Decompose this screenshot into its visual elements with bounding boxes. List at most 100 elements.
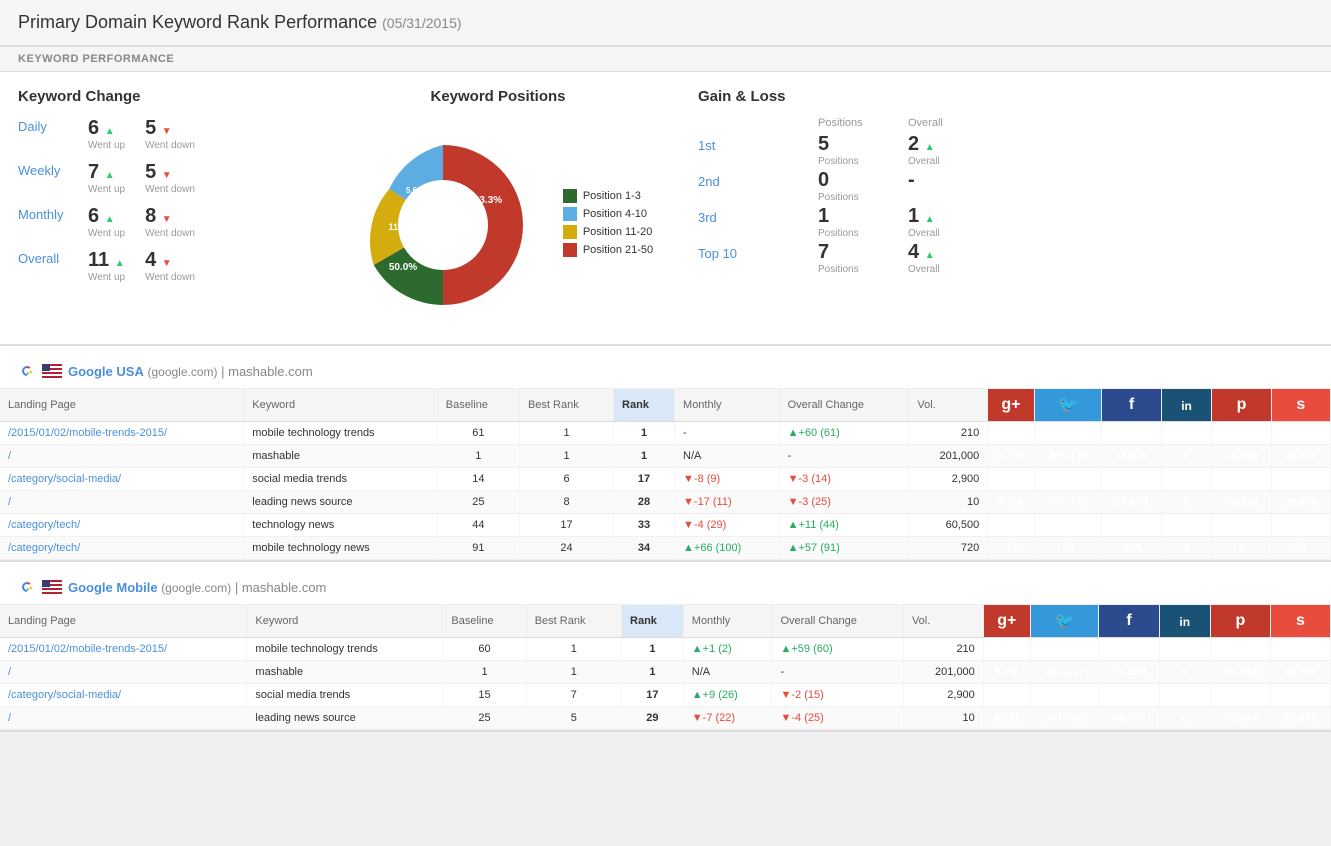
table-cell: ▼-7 (22) [683, 707, 772, 730]
table-cell: 29 [622, 707, 684, 730]
table-section-google-usa: Google USA (google.com) | mashable.com L… [0, 354, 1331, 562]
table-cell: ▼-3 (25) [779, 491, 909, 514]
table-cell: 4 [1271, 422, 1330, 445]
table-cell: mobile technology trends [247, 638, 443, 661]
kc-down-stat: 8 ▼ Went down [145, 205, 195, 239]
legend-item: Position 21-50 [563, 243, 653, 257]
table-cell: 179 [1030, 684, 1099, 707]
table-cell: /category/tech/ [0, 537, 244, 560]
table-cell: 6.7M [983, 661, 1030, 684]
svg-text:5.6%: 5.6% [406, 186, 424, 195]
kc-up-stat: 7 ▲ Went up [88, 161, 125, 195]
table-cell: 0 [1212, 514, 1271, 537]
kc-label[interactable]: Monthly [18, 205, 88, 222]
google-icon [18, 362, 36, 380]
table-section-google-mobile: Google Mobile (google.com) | mashable.co… [0, 570, 1331, 732]
table-header: Google USA (google.com) | mashable.com [0, 354, 1331, 389]
table-cell: 61 [437, 422, 519, 445]
gain-loss-row: 2nd 0 Positions - [698, 169, 1313, 203]
donut-wrap: 33.3% 50.0% 11.1% 5.6% Position 1-3Posit… [298, 117, 698, 328]
table-col-header: 🐦 [1030, 605, 1099, 638]
kc-label[interactable]: Daily [18, 117, 88, 134]
table-col-header: f [1099, 605, 1159, 638]
table-cell: 30,926 [1270, 661, 1330, 684]
table-cell: 89 [1034, 537, 1102, 560]
table-cell: 17 [519, 514, 613, 537]
kc-up-stat: 11 ▲ Went up [88, 249, 125, 283]
table-cell: 201,147 [1030, 707, 1099, 730]
kc-down-stat: 4 ▼ Went down [145, 249, 195, 283]
table-cell: 30,926 [1271, 445, 1330, 468]
kc-label[interactable]: Overall [18, 249, 88, 266]
table-cell: 15,348 [1212, 445, 1271, 468]
table-cell: ▼-3 (14) [779, 468, 909, 491]
table-cell: 79 [988, 537, 1034, 560]
donut-legend: Position 1-3Position 4-10Position 11-20P… [563, 189, 653, 257]
gain-loss-row: 1st 5 Positions 2 ▲ Overall [698, 133, 1313, 167]
table-cell: /category/social-media/ [0, 468, 244, 491]
table-cell: 4,198 [1034, 422, 1102, 445]
table-col-header: in [1161, 389, 1212, 422]
table-col-header: Keyword [244, 389, 437, 422]
table-cell: 4,198 [1030, 638, 1099, 661]
table-cell: /category/tech/ [0, 514, 244, 537]
table-cell: leading news source [244, 491, 437, 514]
table-cell: 9 [1161, 514, 1212, 537]
table-col-header: Landing Page [0, 389, 244, 422]
keyword-change-title: Keyword Change [18, 88, 298, 105]
table-cell: 5 [1212, 468, 1271, 491]
table-cell: 7 [526, 684, 621, 707]
table-cell: / [0, 661, 247, 684]
table-cell: 2,900 [909, 468, 988, 491]
keyword-change-row: Weekly 7 ▲ Went up 5 ▼ Went down [18, 161, 298, 195]
table-cell: / [0, 707, 247, 730]
table-row: /category/tech/mobile technology news912… [0, 537, 1331, 560]
table-cell: 1 [519, 422, 613, 445]
table-cell: 6.7M [983, 707, 1030, 730]
donut-chart: 33.3% 50.0% 11.1% 5.6% [343, 125, 543, 328]
google-icon [18, 578, 36, 596]
table-cell: ▼-2 (15) [772, 684, 903, 707]
legend-item: Position 4-10 [563, 207, 653, 221]
table-col-header: Baseline [437, 389, 519, 422]
table-source-label: Google USA (google.com) | mashable.com [68, 364, 313, 379]
table-col-header: Landing Page [0, 605, 247, 638]
table-cell: 1 [519, 445, 613, 468]
kc-up-stat: 6 ▲ Went up [88, 117, 125, 151]
table-cell: 33 [614, 514, 675, 537]
table-cell: 34 [614, 537, 675, 560]
table-cell: 15 [443, 684, 526, 707]
table-cell: 16,029 [1099, 661, 1159, 684]
table-cell: / [0, 445, 244, 468]
table-cell: 6.7M [988, 491, 1034, 514]
us-flag-icon [42, 580, 62, 594]
table-col-header: Monthly [683, 605, 772, 638]
table-cell: ▲+1 (2) [683, 638, 772, 661]
table-cell: ▼-4 (29) [675, 514, 780, 537]
keyword-positions-section: Keyword Positions 33.3% [298, 88, 698, 328]
table-cell: 30,926 [1271, 491, 1330, 514]
table-cell: / [0, 491, 244, 514]
table-cell: 201,147 [1030, 661, 1099, 684]
table-cell: 145 [1161, 468, 1212, 491]
table-cell: 25 [443, 707, 526, 730]
table-cell: 1,131 [1099, 684, 1159, 707]
table-col-header: Best Rank [519, 389, 613, 422]
table-cell: ▲+11 (44) [779, 514, 909, 537]
us-flag-icon [42, 364, 62, 378]
table-cell: 8 [519, 491, 613, 514]
keyword-change-section: Keyword Change Daily 6 ▲ Went up 5 ▼ Wen… [18, 88, 298, 328]
table-col-header: Vol. [903, 605, 983, 638]
kc-label[interactable]: Weekly [18, 161, 88, 178]
table-cell: 0 [1159, 707, 1210, 730]
keyword-positions-title: Keyword Positions [298, 88, 698, 105]
table-cell: 54 [1271, 468, 1330, 491]
table-cell: 100 [1210, 638, 1270, 661]
table-row: /mashable111N/A-201,0006.7M201,14716,029… [0, 445, 1331, 468]
table-cell: /2015/01/02/mobile-trends-2015/ [0, 422, 244, 445]
table-cell: 2,313 [1161, 422, 1212, 445]
table-row: /category/social-media/social media tren… [0, 468, 1331, 491]
table-cell: mobile technology trends [244, 422, 437, 445]
table-cell: social media trends [247, 684, 443, 707]
table-cell: 6.7M [988, 445, 1034, 468]
